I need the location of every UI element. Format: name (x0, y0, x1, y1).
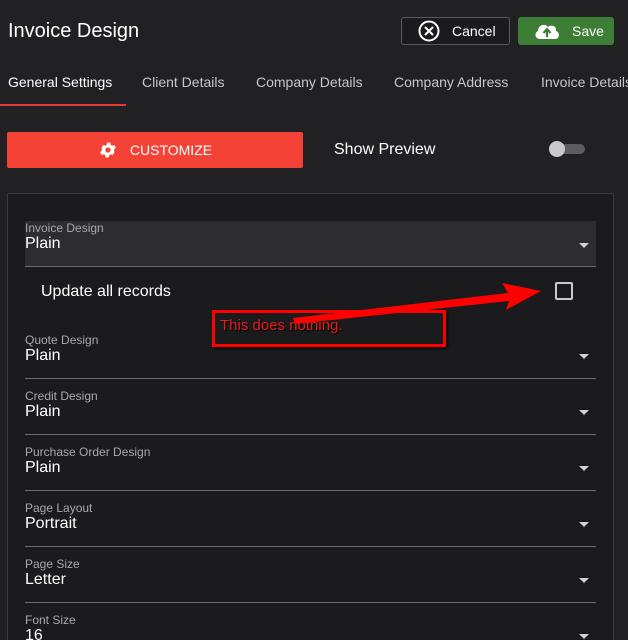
caret-down-icon (579, 243, 589, 248)
app-header: Invoice Design Cancel Save (0, 0, 628, 62)
font-size-label: Font Size (25, 613, 76, 627)
purchase-order-design-value: Plain (25, 459, 61, 476)
page-size-select[interactable]: Page Size Letter (25, 557, 596, 603)
show-preview-toggle[interactable] (549, 141, 585, 157)
credit-design-select[interactable]: Credit Design Plain (25, 389, 596, 435)
quote-design-value: Plain (25, 347, 61, 364)
tab-company-details[interactable]: Company Details (256, 74, 363, 90)
page-size-value: Letter (25, 571, 66, 588)
cancel-button[interactable]: Cancel (401, 17, 510, 45)
tab-general-settings[interactable]: General Settings (8, 74, 112, 90)
tab-company-address[interactable]: Company Address (394, 74, 508, 90)
save-button[interactable]: Save (518, 17, 614, 45)
purchase-order-design-select[interactable]: Purchase Order Design Plain (25, 445, 596, 491)
customize-button-label: CUSTOMIZE (129, 142, 213, 158)
customize-button[interactable]: CUSTOMIZE (7, 132, 303, 168)
page-size-label: Page Size (25, 557, 80, 571)
purchase-order-design-label: Purchase Order Design (25, 445, 151, 459)
caret-down-icon (579, 466, 589, 471)
caret-down-icon (579, 410, 589, 415)
font-size-value: 16 (25, 627, 43, 640)
active-tab-indicator (0, 104, 126, 106)
close-circle-icon (418, 20, 440, 42)
caret-down-icon (579, 578, 589, 583)
invoice-design-select[interactable]: Invoice Design Plain (25, 221, 596, 267)
page-layout-value: Portrait (25, 515, 77, 532)
tab-client-details[interactable]: Client Details (142, 74, 224, 90)
gear-icon (99, 142, 116, 158)
caret-down-icon (579, 634, 589, 639)
update-all-records-checkbox[interactable] (555, 282, 573, 300)
credit-design-label: Credit Design (25, 389, 98, 403)
invoice-design-value: Plain (25, 235, 61, 252)
caret-down-icon (579, 354, 589, 359)
save-button-label: Save (572, 23, 604, 39)
credit-design-value: Plain (25, 403, 61, 420)
font-size-select[interactable]: Font Size 16 (25, 613, 596, 640)
cancel-button-label: Cancel (452, 23, 496, 39)
toggle-knob (549, 141, 565, 157)
annotation-text: This does nothing. (220, 317, 343, 334)
cloud-upload-icon (535, 24, 559, 39)
quote-design-label: Quote Design (25, 333, 99, 347)
show-preview-label: Show Preview (334, 141, 436, 158)
update-all-records-label: Update all records (41, 283, 171, 300)
tab-invoice-details[interactable]: Invoice Details (541, 74, 628, 90)
caret-down-icon (579, 522, 589, 527)
page-title: Invoice Design (8, 20, 140, 42)
invoice-design-label: Invoice Design (25, 221, 104, 235)
page-layout-select[interactable]: Page Layout Portrait (25, 501, 596, 547)
page-layout-label: Page Layout (25, 501, 93, 515)
tab-bar: General Settings Client Details Company … (0, 62, 628, 106)
